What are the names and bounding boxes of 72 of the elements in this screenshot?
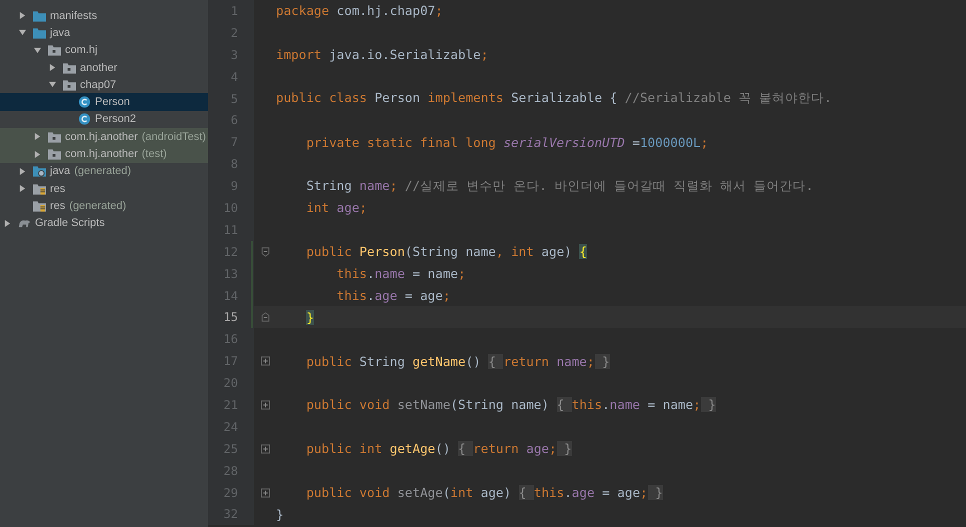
code-line: private static final long serialVersionUTD =1000000L; (305, 134, 708, 150)
tree-item[interactable]: com.hj.another (androidTest) (0, 128, 208, 146)
code-line: package com.hj.chap07; (276, 3, 443, 18)
folder-icon (63, 78, 76, 91)
gear-folder-icon (33, 165, 46, 178)
tree-item[interactable]: java (0, 24, 208, 42)
collapsed-arrow-icon[interactable] (19, 168, 26, 175)
folder-icon (33, 10, 46, 22)
tree-item[interactable]: com.hj.another (test) (0, 145, 208, 163)
tree-item[interactable]: com.hj (0, 42, 208, 59)
code-line: public Person(String name, int age) { (305, 244, 587, 260)
tree-item-label: Gradle Scripts (35, 217, 105, 230)
code-line: public int getAge() { return age; } (305, 441, 572, 456)
code-line: this.name = name; (336, 266, 466, 282)
code-line: public void setName(String name) { this.name = name; } (305, 397, 716, 412)
tree-item-label: com.hj.another (65, 130, 138, 143)
code-line: } (276, 506, 284, 522)
tree-item-label: com.hj.another (65, 148, 138, 160)
tree-item-suffix: (generated) (74, 165, 132, 178)
tree-item[interactable]: java (generated) (0, 162, 208, 180)
resource-folder-icon (33, 200, 46, 212)
code-line: import java.io.Serializable; (276, 47, 488, 62)
tree-item[interactable]: Person (0, 93, 208, 111)
tree-item[interactable]: another (0, 58, 208, 76)
tree-item-label: Person2 (95, 113, 136, 126)
code-line: public String getName() { return name; } (305, 354, 610, 369)
tree-item[interactable]: Gradle Scripts (0, 214, 208, 232)
tree-item[interactable]: res (0, 180, 208, 198)
collapsed-arrow-icon[interactable] (49, 64, 56, 72)
tree-item-label: res (50, 182, 66, 195)
folder-icon (33, 26, 46, 39)
folder-icon (63, 62, 76, 74)
code-line: public void setAge(int age) { this.age = age; } (305, 485, 663, 500)
collapsed-arrow-icon[interactable] (4, 220, 11, 227)
tree-item-label: com.hj (65, 44, 98, 56)
tree-item-label: another (80, 62, 118, 74)
fold-minus-icon[interactable] (260, 312, 270, 322)
code-line: String name; //실제로 변수만 온다. 바인더에 들어갈때 직렬화 해서 들어간다. (305, 178, 814, 195)
tree-item-suffix: (generated) (69, 200, 126, 212)
tree-item[interactable]: chap07 (0, 76, 208, 94)
tree-item-label: manifests (50, 10, 98, 22)
expanded-arrow-icon[interactable] (34, 46, 41, 54)
tree-item-label: java (50, 26, 70, 39)
fold-plus-icon[interactable] (260, 356, 270, 366)
fold-plus-icon[interactable] (260, 400, 270, 410)
tree-item-label: java (50, 165, 70, 178)
class-icon (78, 96, 91, 108)
fold-plus-icon[interactable] (260, 488, 270, 498)
code-line: public class Person implements Serializable { //Serializable 꼭 붙혀야한다. (276, 90, 832, 107)
tree-item-suffix: (androidTest) (142, 130, 206, 143)
fold-plus-icon[interactable] (260, 444, 270, 454)
folder-icon (48, 130, 61, 143)
folder-icon (48, 148, 61, 160)
tree-item-label: Person (95, 96, 130, 108)
fold-minus-icon[interactable] (260, 246, 270, 257)
tree-item-label: chap07 (80, 78, 116, 91)
tree-item[interactable]: manifests (0, 7, 208, 24)
collapsed-arrow-icon[interactable] (19, 185, 26, 192)
code-line: int age; (305, 200, 368, 216)
tree-item-suffix: (test) (142, 148, 167, 160)
tree-item[interactable]: Person2 (0, 110, 208, 128)
class-icon (78, 113, 91, 126)
resource-folder-icon (33, 182, 46, 195)
tree-item-label: res (50, 200, 66, 212)
expanded-arrow-icon[interactable] (49, 81, 56, 88)
collapsed-arrow-icon[interactable] (34, 133, 41, 140)
folder-icon (48, 44, 61, 56)
code-line: this.age = age; (336, 288, 450, 304)
tree-item[interactable]: res (generated) (0, 197, 208, 215)
collapsed-arrow-icon[interactable] (34, 150, 41, 158)
expanded-arrow-icon[interactable] (19, 29, 26, 36)
collapsed-arrow-icon[interactable] (19, 12, 26, 20)
